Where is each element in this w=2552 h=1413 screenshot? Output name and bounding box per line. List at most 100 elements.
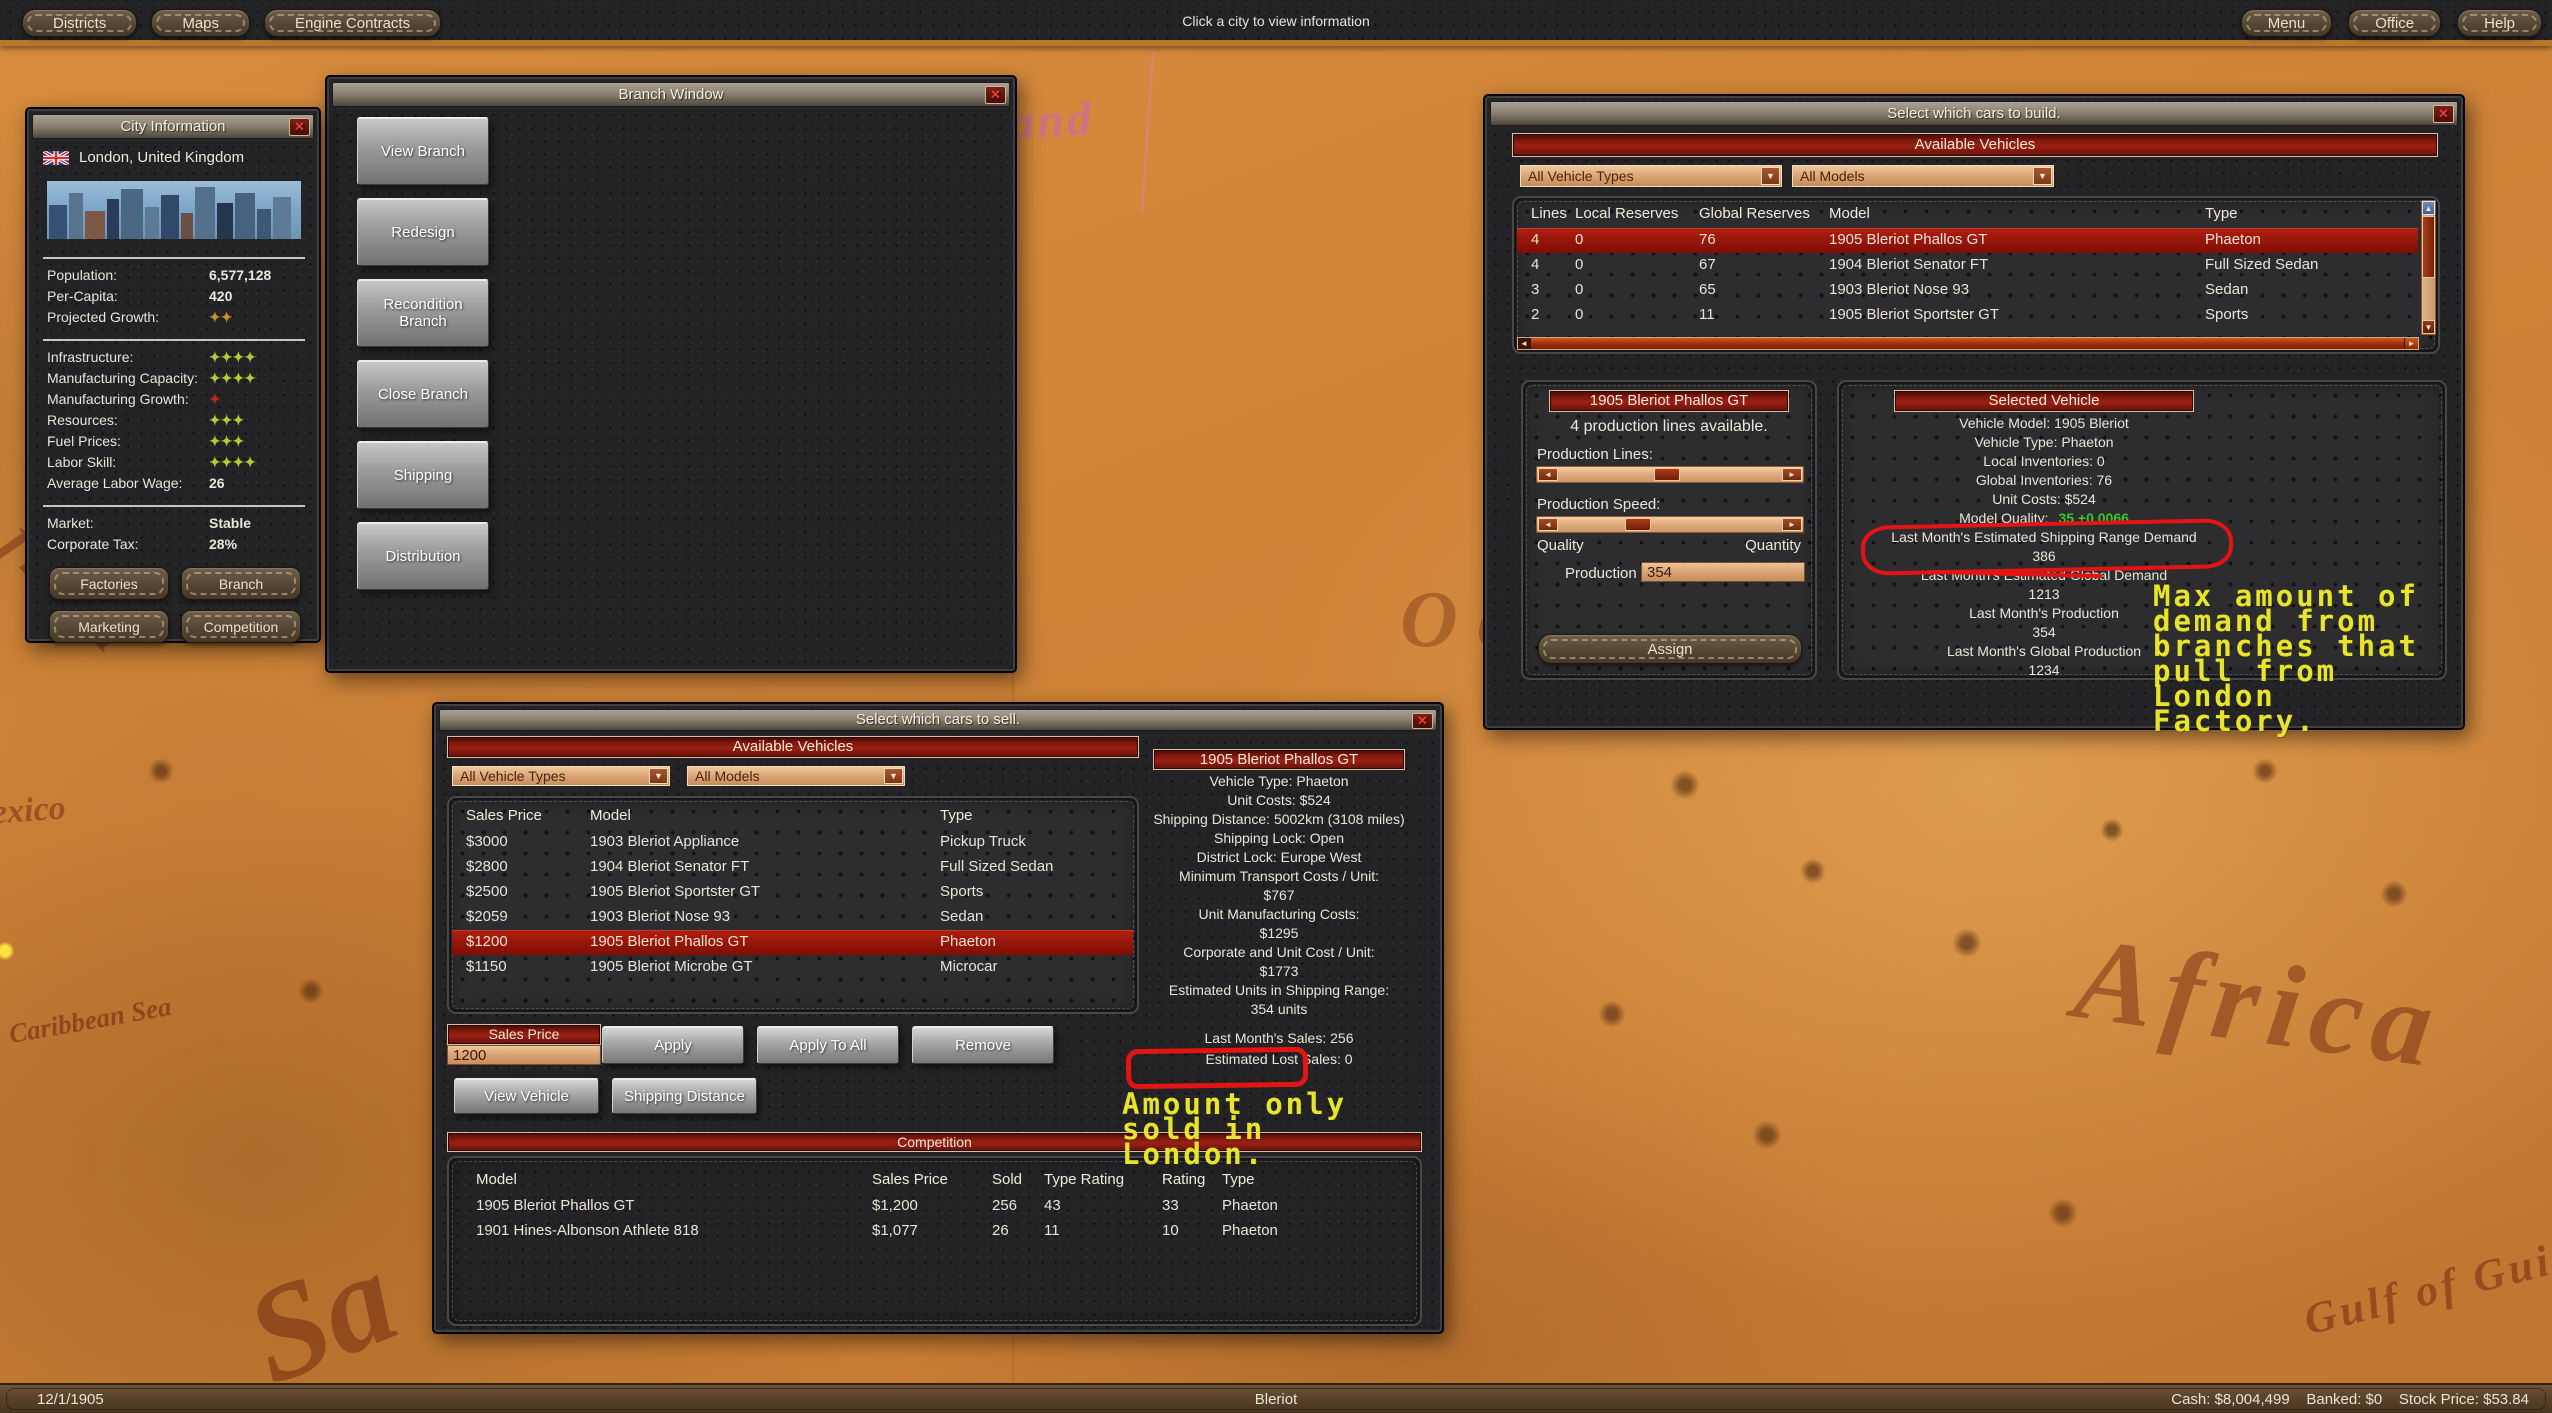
map-city-dot bbox=[1952, 928, 1982, 958]
demand-line: Last Month's Estimated Shipping Range De… bbox=[1839, 528, 2249, 547]
map-label-mexico: exico bbox=[0, 789, 67, 832]
chevron-down-icon[interactable]: ▼ bbox=[2033, 167, 2052, 185]
close-icon[interactable]: ✕ bbox=[289, 118, 310, 136]
branch-action-button[interactable]: Shipping bbox=[357, 441, 489, 509]
scroll-right-button[interactable]: ► bbox=[2405, 338, 2418, 349]
scroll-left-button[interactable]: ◄ bbox=[1518, 338, 1530, 349]
detail-line: $767 bbox=[1134, 886, 1424, 905]
close-icon[interactable]: ✕ bbox=[2433, 105, 2454, 123]
map-city-dot bbox=[1598, 1000, 1626, 1028]
stat-row: Infrastructure:✦✦✦✦ bbox=[47, 349, 309, 370]
table-row[interactable]: 2 0 11 1905 Bleriot Sportster GT Sports bbox=[1517, 303, 2418, 328]
table-row[interactable]: 4 0 76 1905 Bleriot Phallos GT Phaeton bbox=[1517, 228, 2418, 253]
model-filter[interactable]: All Models ▼ bbox=[1792, 165, 2054, 187]
menu-button[interactable]: Office bbox=[2348, 9, 2441, 37]
model-quality-value: 35 +0.0066 bbox=[2058, 510, 2128, 526]
city-info-titlebar[interactable]: City Information ✕ bbox=[32, 114, 314, 139]
sell-table-rows: $3000 1903 Bleriot Appliance Pickup Truc… bbox=[452, 830, 1133, 980]
build-table: Lines Local Reserves Global Reserves Mod… bbox=[1517, 202, 2418, 328]
sell-detail-lines: Vehicle Type: PhaetonUnit Costs: $524Shi… bbox=[1134, 772, 1424, 1019]
menu-button[interactable]: Menu bbox=[2241, 9, 2333, 37]
slider-handle[interactable] bbox=[1654, 468, 1680, 481]
map-city-dot bbox=[1670, 770, 1700, 800]
slider-left-arrow-icon[interactable]: ◄ bbox=[1538, 468, 1558, 481]
branch-action-button[interactable]: Distribution bbox=[357, 522, 489, 590]
city-action-button[interactable]: Factories bbox=[49, 567, 169, 600]
sell-view-button[interactable]: View Vehicle bbox=[454, 1078, 599, 1114]
slider-right-arrow-icon[interactable]: ► bbox=[1782, 518, 1802, 531]
scroll-up-button[interactable]: ▲ bbox=[2422, 201, 2435, 215]
quantity-label: Quantity bbox=[1745, 537, 1801, 554]
city-action-button[interactable]: Branch bbox=[181, 567, 301, 600]
table-row[interactable]: 1905 Bleriot Phallos GT $1,200 256 43 33… bbox=[452, 1194, 1416, 1219]
model-filter[interactable]: All Models ▼ bbox=[687, 766, 905, 786]
table-row[interactable]: $3000 1903 Bleriot Appliance Pickup Truc… bbox=[452, 830, 1133, 855]
info-line: Vehicle Model: 1905 Bleriot bbox=[1839, 414, 2249, 433]
scroll-bar[interactable] bbox=[1531, 338, 2404, 349]
menu-button[interactable]: Help bbox=[2457, 9, 2542, 37]
competition-rows: 1905 Bleriot Phallos GT $1,200 256 43 33… bbox=[452, 1194, 1416, 1244]
table-row[interactable]: $2800 1904 Bleriot Senator FT Full Sized… bbox=[452, 855, 1133, 880]
scroll-thumb[interactable] bbox=[2422, 216, 2435, 278]
production-model-banner: 1905 Bleriot Phallos GT bbox=[1549, 390, 1789, 412]
build-titlebar[interactable]: Select which cars to build. ✕ bbox=[1490, 101, 2458, 126]
close-icon[interactable]: ✕ bbox=[985, 86, 1006, 104]
map-city-dot bbox=[2252, 758, 2278, 784]
detail-line: Unit Manufacturing Costs: bbox=[1134, 905, 1424, 924]
divider bbox=[43, 505, 305, 507]
table-header: Model Sales Price Sold Type Rating Ratin… bbox=[452, 1168, 1416, 1194]
branch-titlebar[interactable]: Branch Window ✕ bbox=[332, 82, 1010, 107]
table-row[interactable]: 4 0 67 1904 Bleriot Senator FT Full Size… bbox=[1517, 253, 2418, 278]
map-label-gulf-of-guinea: Gulf of Guinea bbox=[2299, 1216, 2552, 1346]
vertical-scrollbar[interactable]: ▲ ▼ bbox=[2421, 200, 2436, 335]
production-lines-slider[interactable]: ◄ ► bbox=[1536, 466, 1804, 483]
sell-view-buttons: View Vehicle Shipping Distance bbox=[454, 1078, 757, 1114]
sell-action-button[interactable]: Remove bbox=[912, 1026, 1054, 1064]
divider bbox=[43, 339, 305, 341]
chevron-down-icon[interactable]: ▼ bbox=[649, 768, 668, 784]
sell-action-button[interactable]: Apply To All bbox=[757, 1026, 899, 1064]
horizontal-scrollbar[interactable]: ◄ ► bbox=[1517, 337, 2419, 350]
slider-right-arrow-icon[interactable]: ► bbox=[1782, 468, 1802, 481]
table-row[interactable]: 1901 Hines-Albonson Athlete 818 $1,077 2… bbox=[452, 1219, 1416, 1244]
sell-action-button[interactable]: Apply bbox=[602, 1026, 744, 1064]
table-row[interactable]: $2059 1903 Bleriot Nose 93 Sedan bbox=[452, 905, 1133, 930]
selected-vehicle-info: Vehicle Model: 1905 BleriotVehicle Type:… bbox=[1839, 414, 2249, 509]
stat-row: Resources:✦✦✦ bbox=[47, 412, 309, 433]
chevron-down-icon[interactable]: ▼ bbox=[1761, 167, 1780, 185]
assign-button[interactable]: Assign bbox=[1538, 634, 1802, 664]
slider-handle[interactable] bbox=[1625, 518, 1651, 531]
table-row[interactable]: $1200 1905 Bleriot Phallos GT Phaeton bbox=[452, 930, 1133, 955]
chevron-down-icon[interactable]: ▼ bbox=[884, 768, 903, 784]
close-icon[interactable]: ✕ bbox=[1412, 713, 1433, 729]
vehicle-type-filter[interactable]: All Vehicle Types ▼ bbox=[452, 766, 670, 786]
branch-action-button[interactable]: Close Branch bbox=[357, 360, 489, 428]
production-label: Production bbox=[1565, 565, 1637, 582]
table-header: Sales Price Model Type bbox=[452, 804, 1133, 830]
sales-price-input[interactable] bbox=[447, 1045, 601, 1065]
quality-label: Quality bbox=[1537, 537, 1584, 554]
city-action-button[interactable]: Competition bbox=[181, 610, 301, 643]
sell-titlebar[interactable]: Select which cars to sell. ✕ bbox=[439, 709, 1437, 731]
branch-action-button[interactable]: Recondition Branch bbox=[357, 279, 489, 347]
sell-title: Select which cars to sell. bbox=[856, 711, 1020, 728]
production-speed-slider[interactable]: ◄ ► bbox=[1536, 516, 1804, 533]
info-line: Unit Costs: $524 bbox=[1839, 490, 2249, 509]
branch-action-button[interactable]: View Branch bbox=[357, 117, 489, 185]
table-header: Lines Local Reserves Global Reserves Mod… bbox=[1517, 202, 2418, 228]
filter-value: All Models bbox=[1800, 168, 1865, 184]
competition-panel: Model Sales Price Sold Type Rating Ratin… bbox=[447, 1156, 1422, 1326]
city-flag-row: London, United Kingdom bbox=[43, 149, 244, 166]
table-row[interactable]: $1150 1905 Bleriot Microbe GT Microcar bbox=[452, 955, 1133, 980]
branch-action-button[interactable]: Redesign bbox=[357, 198, 489, 266]
stat-row: Manufacturing Growth:✦ bbox=[47, 391, 309, 412]
slider-left-arrow-icon[interactable]: ◄ bbox=[1538, 518, 1558, 531]
table-row[interactable]: 3 0 65 1903 Bleriot Nose 93 Sedan bbox=[1517, 278, 2418, 303]
table-row[interactable]: $2500 1905 Bleriot Sportster GT Sports bbox=[452, 880, 1133, 905]
scroll-down-button[interactable]: ▼ bbox=[2422, 320, 2435, 334]
vehicle-type-filter[interactable]: All Vehicle Types ▼ bbox=[1520, 165, 1782, 187]
sell-view-button[interactable]: Shipping Distance bbox=[612, 1078, 757, 1114]
production-input[interactable] bbox=[1641, 562, 1805, 582]
branch-buttons: View Branch Redesign Recondition Branch Clo… bbox=[357, 117, 489, 590]
city-action-button[interactable]: Marketing bbox=[49, 610, 169, 643]
